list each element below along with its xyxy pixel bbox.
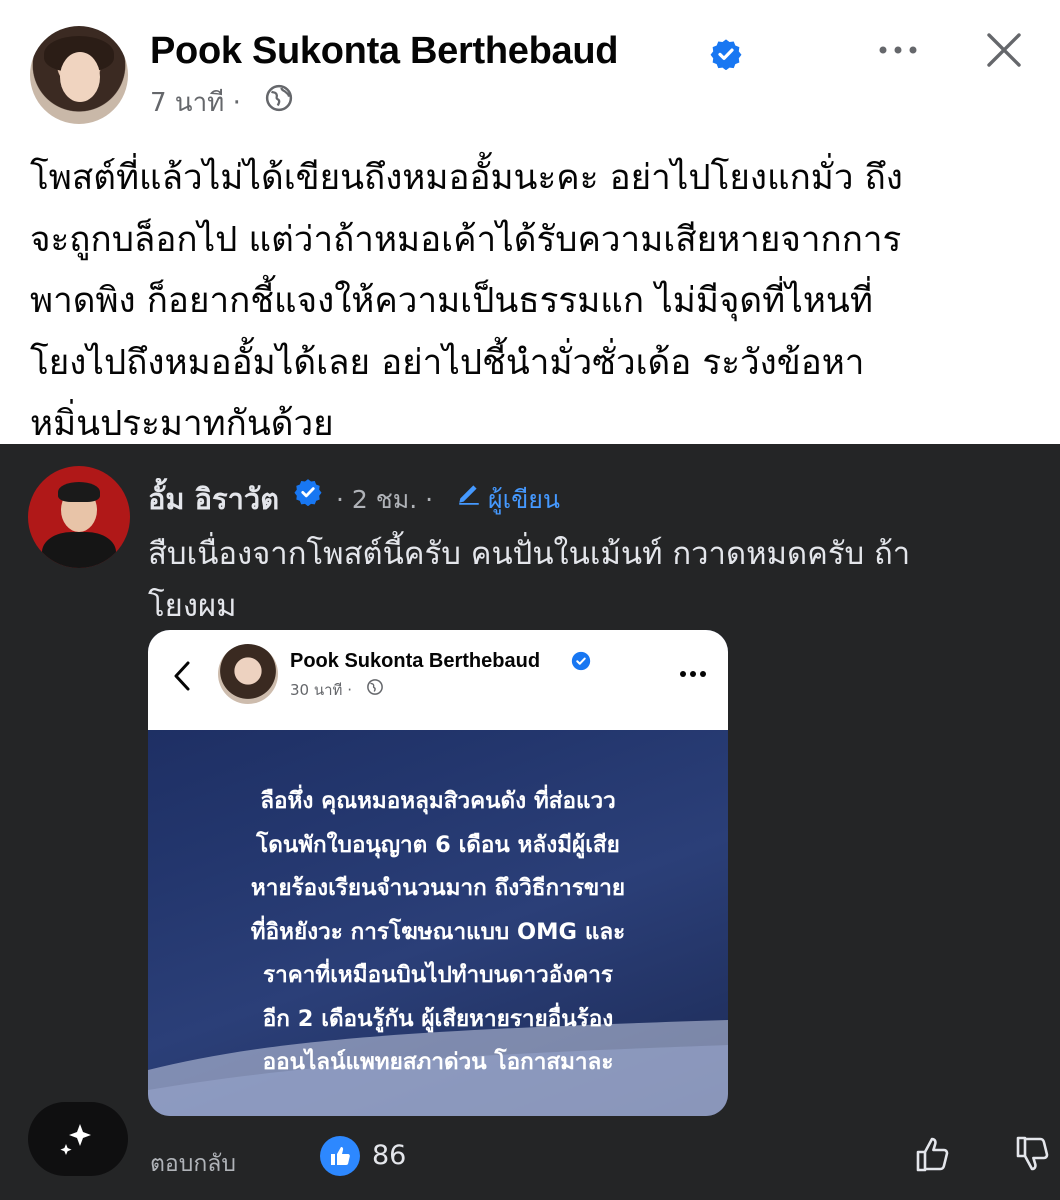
embedded-author-name: Pook Sukonta Berthebaud <box>290 650 541 672</box>
thumb-up-icon <box>916 1137 949 1172</box>
commenter-avatar <box>28 466 130 568</box>
comment-text: สืบเนื่องจากโพสต์นี้ครับ คนปั่นในเม้นท์ … <box>148 528 1038 632</box>
comment-text-line: สืบเนื่องจากโพสต์นี้ครับ คนปั่นในเม้นท์ … <box>148 536 911 572</box>
avatar-body <box>42 532 116 568</box>
post-time[interactable]: 7 นาที · <box>150 82 241 123</box>
more-icon <box>680 671 706 677</box>
reply-link: ตอบกลับ <box>150 1151 236 1177</box>
post-text-line: พาดพิง ก็อยากชี้แจงให้ความเป็นธรรมแก ไม่… <box>30 281 873 321</box>
embedded-text-line: ออนไลน์แพทยสภาด่วน โอกาสมาละ <box>262 1049 614 1075</box>
embedded-text-line: โดนพักใบอนุญาต 6 เดือน หลังมีผู้เสีย <box>256 831 620 858</box>
avatar-face <box>60 52 100 102</box>
post-header: Pook Sukonta Berthebaud 7 นาที · <box>0 0 1060 140</box>
verified-badge-icon <box>710 39 742 70</box>
pen-icon <box>459 485 479 505</box>
embedded-post-time: 30 นาที · <box>290 681 352 699</box>
author-badge: ผู้เขียน <box>488 485 561 514</box>
back-chevron-icon <box>174 661 190 691</box>
like-count: 86 <box>372 1140 407 1171</box>
like-icon <box>331 1147 350 1165</box>
embedded-text-line: อีก 2 เดือนรู้กัน ผู้เสียหายรายอื่นร้อง <box>262 1005 614 1032</box>
author-avatar[interactable] <box>30 26 128 124</box>
close-icon[interactable] <box>984 30 1024 70</box>
embedded-text-line: ลือหึ่ง คุณหมอหลุมสิวคนดัง ที่ส่อแวว <box>260 788 616 814</box>
sparkle-button[interactable] <box>28 1102 128 1176</box>
embedded-text-line: ที่อิหยังวะ การโฆษณาแบบ OMG และ <box>250 918 626 945</box>
post-text: โพสต์ที่แล้วไม่ได้เขียนถึงหมออั้มนะคะ อย… <box>30 148 1040 456</box>
embedded-post-card: Pook Sukonta Berthebaud 30 นาที · ลือหึ่… <box>148 630 728 1116</box>
author-name[interactable]: Pook Sukonta Berthebaud <box>150 30 618 73</box>
post-text-line: โพสต์ที่แล้วไม่ได้เขียนถึงหมออั้มนะคะ อย… <box>30 158 903 198</box>
embedded-author-avatar <box>218 644 278 704</box>
comment-time: · 2 ชม. · <box>336 485 434 514</box>
sparkle-icon <box>60 1124 91 1155</box>
shared-comment-screenshot: อั้ม อิราวัต · 2 ชม. · ผู้เขียน สืบเนื่อ… <box>0 444 1060 1200</box>
avatar-hair <box>58 482 100 502</box>
thumb-down-icon <box>1016 1136 1049 1171</box>
globe-icon <box>265 84 293 112</box>
post-text-line: โยงไปถึงหมออั้มได้เลย อย่าไปชี้นำมั่วซั่… <box>30 342 865 383</box>
globe-icon <box>367 679 383 695</box>
embedded-post-text: ลือหึ่ง คุณหมอหลุมสิวคนดัง ที่ส่อแวว โดน… <box>172 780 704 1085</box>
post-text-line: จะถูกบล็อกไป แต่ว่าถ้าหมอเค้าได้รับความเ… <box>30 219 902 260</box>
comment-text-line: โยงผม <box>148 588 237 624</box>
embedded-text-line: หายร้องเรียนจำนวนมาก ถึงวิธีการขาย <box>250 875 626 901</box>
like-badge <box>320 1136 360 1176</box>
embedded-text-line: ราคาที่เหมือนบินไปทำบนดาวอังคาร <box>262 962 614 988</box>
commenter-name: อั้ม อิราวัต <box>148 482 280 516</box>
more-icon[interactable] <box>876 40 920 60</box>
verified-badge-icon <box>571 651 591 671</box>
embedded-post-header: Pook Sukonta Berthebaud 30 นาที · <box>148 630 728 730</box>
verified-badge-icon <box>294 479 322 506</box>
